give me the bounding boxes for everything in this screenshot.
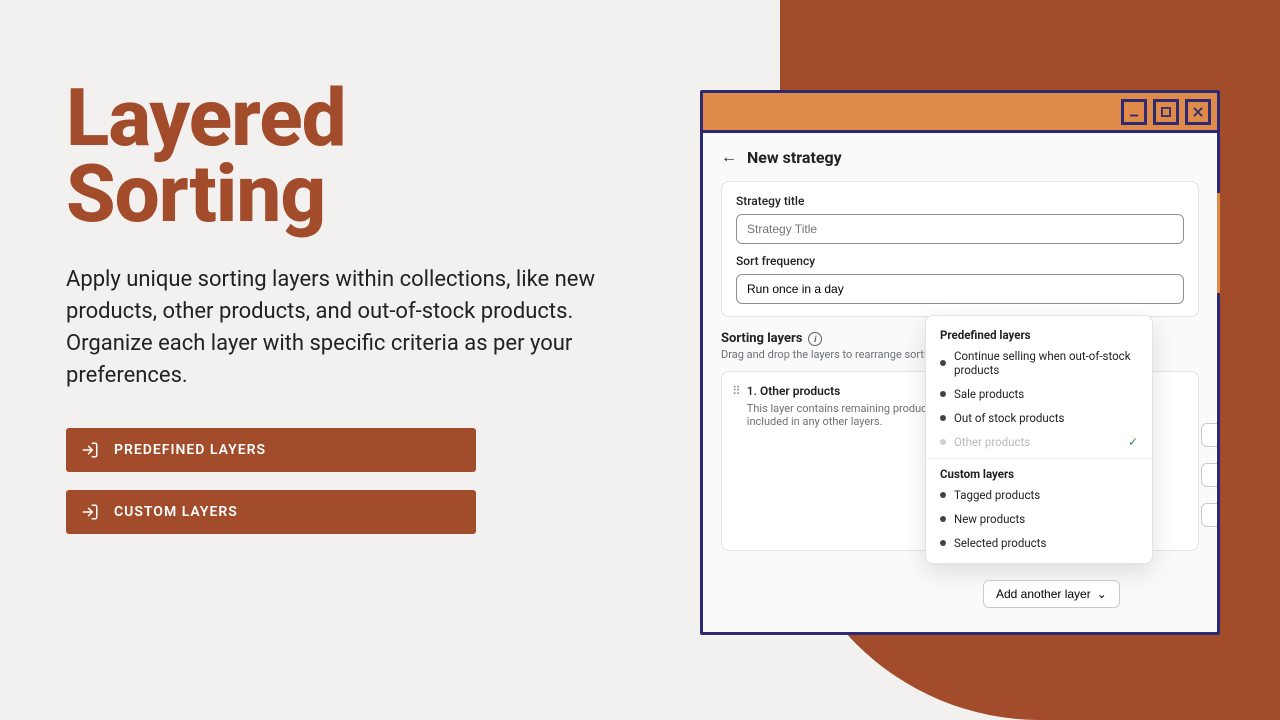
dropdown-item-sale-products[interactable]: Sale products (926, 382, 1152, 406)
dropdown-custom-heading: Custom layers (926, 463, 1152, 483)
enter-icon (80, 440, 100, 460)
bullet-icon (940, 391, 946, 397)
window-titlebar (703, 93, 1217, 133)
app-window: ← New strategy Strategy title Sort frequ… (700, 90, 1220, 635)
side-action-chip[interactable] (1201, 503, 1217, 527)
side-action-chip[interactable] (1201, 463, 1217, 487)
bullet-icon (940, 540, 946, 546)
chevron-down-icon: ⌄ (1097, 587, 1107, 601)
layer-dropdown: Predefined layers Continue selling when … (925, 315, 1153, 564)
drag-handle-icon[interactable]: ⠿ (732, 384, 739, 398)
hero-section: Layered Sorting Apply unique sorting lay… (66, 80, 666, 534)
dropdown-item-continue-selling[interactable]: Continue selling when out-of-stock produ… (926, 344, 1152, 382)
layer-index: 1. (747, 384, 757, 398)
strategy-title-input[interactable] (736, 214, 1184, 244)
dropdown-item-selected-products[interactable]: Selected products (926, 531, 1152, 555)
strategy-title-label: Strategy title (736, 194, 1184, 208)
hero-description: Apply unique sorting layers within colle… (66, 264, 646, 392)
side-action-chip[interactable] (1201, 423, 1217, 447)
add-another-layer-button[interactable]: Add another layer ⌄ (983, 580, 1120, 608)
side-action-row (1201, 423, 1217, 447)
strategy-form-card: Strategy title Sort frequency (721, 181, 1199, 317)
dropdown-item-new-products[interactable]: New products (926, 507, 1152, 531)
stage: Layered Sorting Apply unique sorting lay… (0, 0, 1280, 720)
side-action-row (1201, 463, 1217, 487)
maximize-button[interactable] (1153, 99, 1179, 125)
pill-group: PREDEFINED LAYERS CUSTOM LAYERS (66, 428, 666, 534)
minimize-button[interactable] (1121, 99, 1147, 125)
dropdown-predefined-heading: Predefined layers (926, 324, 1152, 344)
pill-label: CUSTOM LAYERS (114, 504, 238, 520)
sort-frequency-label: Sort frequency (736, 254, 1184, 268)
custom-layers-pill[interactable]: CUSTOM LAYERS (66, 490, 476, 534)
scrollbar-accent (1217, 193, 1220, 293)
dropdown-item-tagged-products[interactable]: Tagged products (926, 483, 1152, 507)
hero-title: Layered Sorting (66, 80, 666, 232)
enter-icon (80, 502, 100, 522)
back-arrow-icon[interactable]: ← (721, 147, 737, 167)
hero-title-line2: Sorting (66, 147, 325, 241)
page-header: ← New strategy (721, 147, 1199, 167)
predefined-layers-pill[interactable]: PREDEFINED LAYERS (66, 428, 476, 472)
check-icon: ✓ (1128, 435, 1138, 449)
layer-name: Other products (760, 384, 840, 398)
pill-label: PREDEFINED LAYERS (114, 442, 266, 458)
dropdown-item-out-of-stock[interactable]: Out of stock products (926, 406, 1152, 430)
info-icon[interactable]: i (808, 332, 822, 346)
bullet-icon (940, 415, 946, 421)
close-button[interactable] (1185, 99, 1211, 125)
bullet-icon (940, 360, 946, 366)
bullet-icon (940, 516, 946, 522)
divider (926, 458, 1152, 459)
side-actions (1201, 423, 1217, 527)
page-title: New strategy (747, 148, 842, 167)
dropdown-item-other-products: Other products✓ (926, 430, 1152, 454)
sort-frequency-select[interactable] (736, 274, 1184, 304)
bullet-icon (940, 492, 946, 498)
bullet-icon (940, 439, 946, 445)
side-action-row (1201, 503, 1217, 527)
window-body: ← New strategy Strategy title Sort frequ… (703, 133, 1217, 632)
